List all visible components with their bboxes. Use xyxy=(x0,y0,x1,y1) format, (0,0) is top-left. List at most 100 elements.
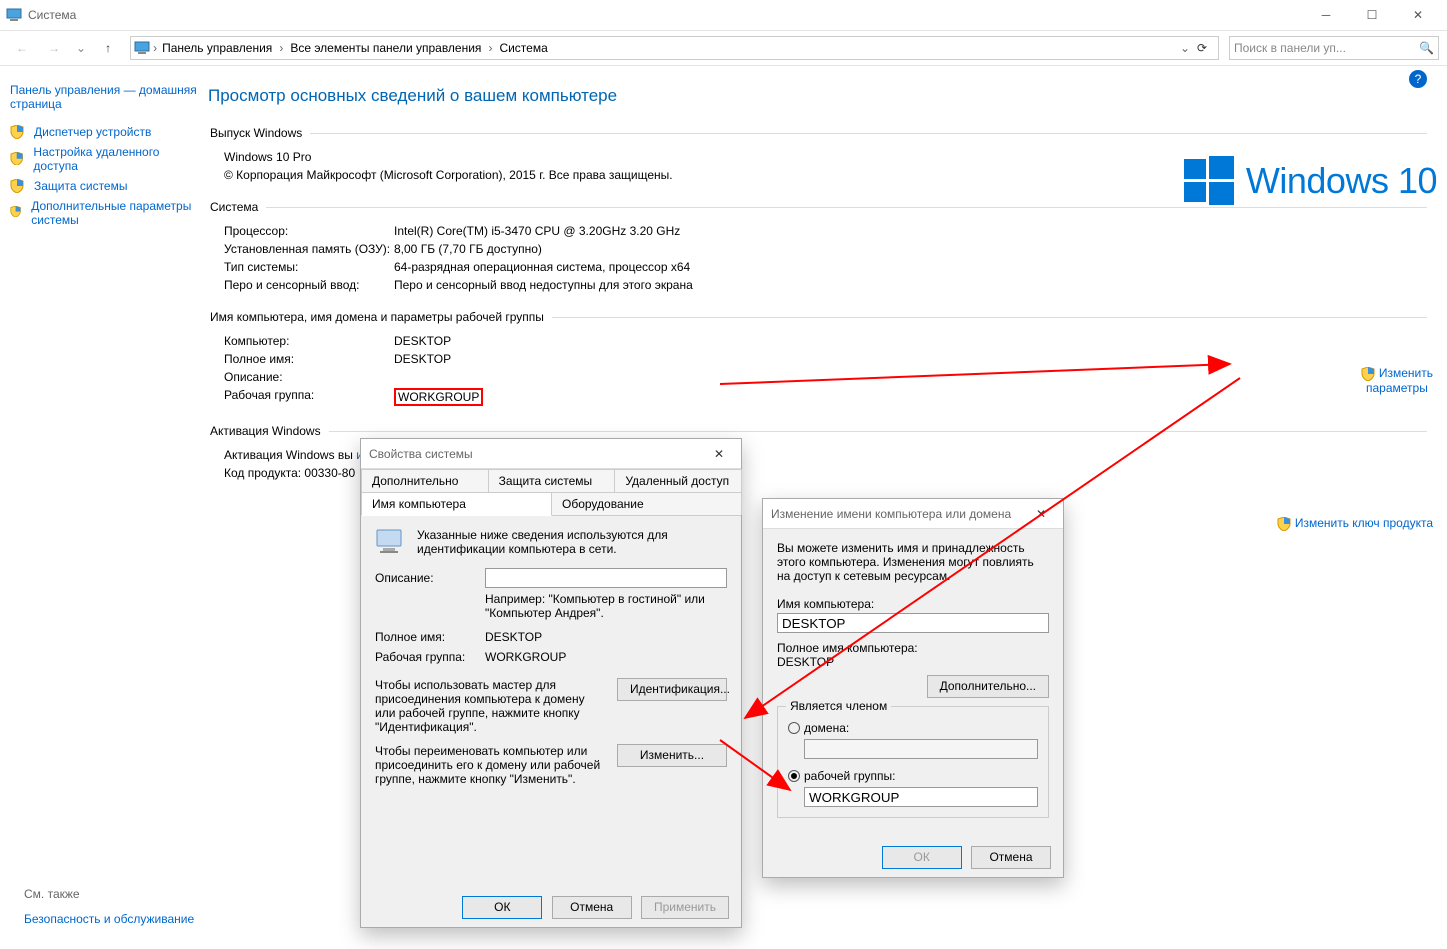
tab-computername[interactable]: Имя компьютера xyxy=(361,492,552,516)
computername-section: Имя компьютера, имя домена и параметры р… xyxy=(208,310,1427,408)
shield-icon xyxy=(10,206,21,220)
crumb-0[interactable]: Панель управления xyxy=(159,39,275,57)
close-button[interactable]: ✕ xyxy=(1395,0,1441,30)
system-legend: Система xyxy=(208,200,266,214)
up-button[interactable]: ↑ xyxy=(94,34,122,62)
d1-fullname: DESKTOP xyxy=(485,630,542,644)
full-label: Полное имя: xyxy=(224,352,394,366)
domain-radio[interactable]: домена: xyxy=(788,721,1038,735)
d1-fullname-label: Полное имя: xyxy=(375,630,485,644)
rename-text: Чтобы переименовать компьютер или присое… xyxy=(375,744,607,786)
crumb-1[interactable]: Все элементы панели управления xyxy=(287,39,484,57)
ok-button[interactable]: ОК xyxy=(462,896,542,919)
workgroup-highlight: WORKGROUP xyxy=(394,388,483,406)
forward-button[interactable]: → xyxy=(40,34,68,62)
search-icon: 🔍 xyxy=(1419,41,1434,55)
maximize-button[interactable]: ☐ xyxy=(1349,0,1395,30)
domain-input[interactable] xyxy=(804,739,1038,759)
desc-value xyxy=(394,370,1427,384)
tab-hardware[interactable]: Оборудование xyxy=(551,492,742,515)
see-also-label: См. также xyxy=(24,887,194,901)
wizard-text: Чтобы использовать мастер для присоедине… xyxy=(375,678,607,734)
addr-dropdown[interactable]: ⌄ xyxy=(1180,41,1190,55)
crumb-2[interactable]: Система xyxy=(496,39,550,57)
breadcrumb-sep: › xyxy=(151,41,159,55)
dialog-info-text: Указанные ниже сведения используются для… xyxy=(417,528,727,556)
sidebar-item-remote[interactable]: Настройка удаленного доступа xyxy=(10,142,200,176)
pen-value: Перо и сенсорный ввод недоступны для это… xyxy=(394,278,1427,292)
history-dropdown[interactable]: ⌄ xyxy=(72,41,90,55)
change-key-link[interactable]: Изменить ключ продукта xyxy=(1277,516,1433,531)
d2-name-label: Имя компьютера: xyxy=(777,597,1049,611)
toolbar: ← → ⌄ ↑ › Панель управления › Все элемен… xyxy=(0,30,1447,66)
minimize-button[interactable]: ─ xyxy=(1303,0,1349,30)
tab-remote[interactable]: Удаленный доступ xyxy=(614,469,742,492)
sidebar: Панель управления — домашняя страница Ди… xyxy=(0,66,200,949)
change-settings-link[interactable]: Изменитьпараметры xyxy=(1361,366,1433,395)
systype-value: 64-разрядная операционная система, проце… xyxy=(394,260,1427,274)
cpu-label: Процессор: xyxy=(224,224,394,238)
windows-logo: Windows 10 xyxy=(1184,156,1437,206)
page-title: Просмотр основных сведений о вашем компь… xyxy=(208,86,1427,106)
address-bar[interactable]: › Панель управления › Все элементы панел… xyxy=(130,36,1219,60)
dialog2-title: Изменение имени компьютера или домена xyxy=(771,507,1027,521)
cp-home-link[interactable]: Панель управления — домашняя страница xyxy=(10,80,200,114)
search-input[interactable]: Поиск в панели уп... 🔍 xyxy=(1229,36,1439,60)
security-maintenance-link[interactable]: Безопасность и обслуживание xyxy=(24,909,194,929)
description-input[interactable] xyxy=(485,568,727,588)
d2-ok-button[interactable]: ОК xyxy=(882,846,962,869)
dialog-tabs: Дополнительно Защита системы Удаленный д… xyxy=(361,469,741,516)
dialog-header[interactable]: Свойства системы ✕ xyxy=(361,439,741,469)
radio-off-icon xyxy=(788,722,800,734)
cpu-value: Intel(R) Core(TM) i5-3470 CPU @ 3.20GHz … xyxy=(394,224,1427,238)
sidebar-item-protection[interactable]: Защита системы xyxy=(10,176,200,196)
ram-value: 8,00 ГБ (7,70 ГБ доступно) xyxy=(394,242,1427,256)
windows-brand-text: Windows 10 xyxy=(1246,160,1437,202)
shield-icon xyxy=(10,179,24,193)
windows-flag-icon xyxy=(1184,156,1234,206)
change-name-dialog: Изменение имени компьютера или домена ✕ … xyxy=(762,498,1064,878)
ram-label: Установленная память (ОЗУ): xyxy=(224,242,394,256)
refresh-button[interactable]: ⟳ xyxy=(1190,41,1214,55)
search-placeholder: Поиск в панели уп... xyxy=(1234,41,1419,55)
comp-value: DESKTOP xyxy=(394,334,1427,348)
wg-label: Рабочая группа: xyxy=(224,388,394,406)
tab-protection[interactable]: Защита системы xyxy=(488,469,616,492)
window-title: Система xyxy=(28,8,1303,22)
d2-cancel-button[interactable]: Отмена xyxy=(971,846,1051,869)
cancel-button[interactable]: Отмена xyxy=(552,896,632,919)
pen-label: Перо и сенсорный ввод: xyxy=(224,278,394,292)
apply-button[interactable]: Применить xyxy=(641,896,729,919)
dialog2-header[interactable]: Изменение имени компьютера или домена ✕ xyxy=(763,499,1063,529)
system-icon xyxy=(6,7,22,23)
sidebar-item-advanced[interactable]: Дополнительные параметры системы xyxy=(10,196,200,230)
d2-fullname-label: Полное имя компьютера: xyxy=(777,641,1049,655)
workgroup-radio[interactable]: рабочей группы: xyxy=(788,769,1038,783)
computer-icon xyxy=(133,39,151,57)
tab-advanced[interactable]: Дополнительно xyxy=(361,469,489,492)
computer-name-input[interactable] xyxy=(777,613,1049,633)
more-button[interactable]: Дополнительно... xyxy=(927,675,1049,698)
desc-example: Например: "Компьютер в гостиной" или "Ко… xyxy=(485,592,727,620)
shield-icon xyxy=(1277,517,1291,531)
close-icon[interactable]: ✕ xyxy=(705,447,733,461)
system-section: Система Процессор:Intel(R) Core(TM) i5-3… xyxy=(208,200,1427,294)
desc-field-label: Описание: xyxy=(375,571,475,585)
d2-info: Вы можете изменить имя и принадлежность … xyxy=(777,541,1049,583)
back-button[interactable]: ← xyxy=(8,34,36,62)
workgroup-input[interactable] xyxy=(804,787,1038,807)
change-button[interactable]: Изменить... xyxy=(617,744,727,767)
identify-button[interactable]: Идентификация... xyxy=(617,678,727,701)
systype-label: Тип системы: xyxy=(224,260,394,274)
member-groupbox: Является членом домена: рабочей группы: xyxy=(777,706,1049,818)
breadcrumbs: Панель управления › Все элементы панели … xyxy=(159,39,1180,57)
d1-wg: WORKGROUP xyxy=(485,650,566,664)
system-properties-dialog: Свойства системы ✕ Дополнительно Защита … xyxy=(360,438,742,928)
comp-label: Компьютер: xyxy=(224,334,394,348)
dialog-title: Свойства системы xyxy=(369,447,705,461)
sidebar-item-devicemgr[interactable]: Диспетчер устройств xyxy=(10,122,200,142)
titlebar: Система ─ ☐ ✕ xyxy=(0,0,1447,30)
shield-icon xyxy=(1361,367,1375,381)
close-icon[interactable]: ✕ xyxy=(1027,507,1055,521)
desc-label: Описание: xyxy=(224,370,394,384)
